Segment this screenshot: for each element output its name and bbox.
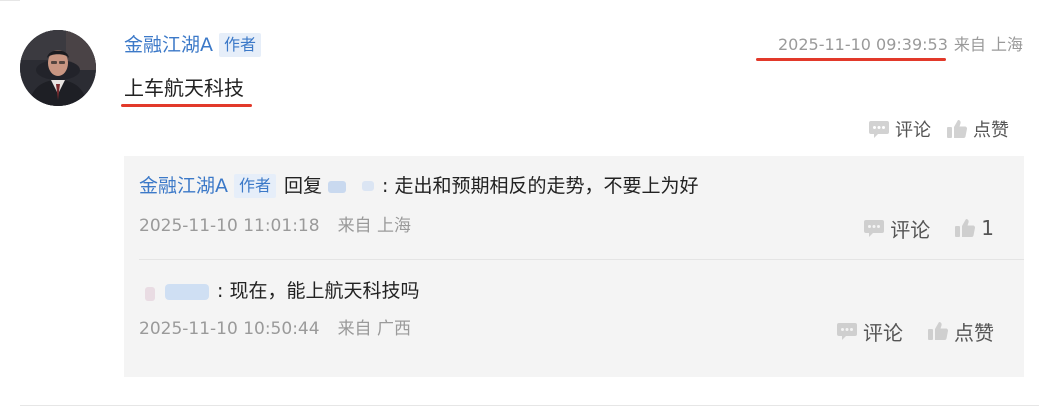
reply-divider	[139, 259, 1024, 260]
reply-1-comment-label: 评论	[890, 217, 931, 242]
reply-2-like-label: 点赞	[954, 320, 994, 345]
reply-1-like-button[interactable]: 1	[954, 216, 994, 240]
reply-1-timestamp: 2025-11-10 11:01:18	[139, 216, 320, 236]
reply-1-username-link[interactable]: 金融江湖A	[139, 172, 228, 200]
comment-actions: 评论 点赞	[868, 114, 1009, 144]
comment-location: 来自 上海	[953, 35, 1023, 54]
reply-2-timestamp: 2025-11-10 10:50:44	[139, 319, 320, 339]
bottom-divider	[20, 405, 1039, 406]
reply-1-comment-button[interactable]: 评论	[863, 214, 930, 243]
reply-1-blurred-username[interactable]	[358, 175, 378, 197]
thumbs-up-icon	[954, 218, 976, 238]
reply-1-actions: 评论 1	[863, 213, 994, 243]
comment-bubble-icon	[868, 119, 890, 139]
reply-1-like-count: 1	[981, 216, 994, 240]
thumbs-up-icon	[946, 119, 968, 139]
reply-2-location: 来自 广西	[337, 319, 411, 339]
reply-2-comment-label: 评论	[863, 320, 903, 345]
thumbs-up-icon	[927, 321, 949, 341]
reply-2-line: : 现在，能上航天科技吗	[139, 277, 419, 305]
top-divider	[0, 0, 20, 1]
avatar-image	[20, 30, 96, 106]
reply-2-blurred-username[interactable]	[143, 280, 213, 302]
author-username-link[interactable]: 金融江湖A	[124, 31, 213, 59]
reply-2-text: : 现在，能上航天科技吗	[217, 280, 420, 302]
comment-text-highlight-underline	[121, 104, 252, 107]
comment-like-button[interactable]: 点赞	[946, 116, 1009, 142]
comment-meta: 2025-11-10 09:39:53 来自 上海	[778, 33, 1023, 57]
reply-2-actions: 评论 点赞	[836, 316, 994, 346]
comment-author-row: 金融江湖A 作者	[124, 31, 262, 59]
comment-reply-button[interactable]: 评论	[868, 116, 931, 142]
replies-container: 金融江湖A 作者 回复 : 走出和预期相反的走势，不要上为好 2025-11-1…	[124, 156, 1024, 377]
reply-1-line: 金融江湖A 作者 回复 : 走出和预期相反的走势，不要上为好	[139, 172, 698, 200]
reply-1-text: : 走出和预期相反的走势，不要上为好	[382, 175, 699, 197]
reply-2-comment-button[interactable]: 评论	[836, 317, 903, 346]
comment-reply-label: 评论	[895, 120, 931, 141]
reply-1-author-badge: 作者	[234, 174, 277, 198]
comment-text: 上车航天科技	[124, 76, 244, 100]
reply-1-reply-word: 回复	[284, 175, 323, 197]
comment-timestamp: 2025-11-10 09:39:53	[777, 35, 948, 54]
reply-1-meta: 2025-11-10 11:01:18 来自 上海	[139, 214, 411, 238]
reply-1-blurred-avatar	[326, 175, 350, 197]
author-badge: 作者	[219, 33, 262, 57]
reply-1-location: 来自 上海	[337, 216, 411, 236]
comment-like-label: 点赞	[973, 120, 1009, 141]
reply-2-like-button[interactable]: 点赞	[927, 317, 994, 346]
comment-bubble-icon	[836, 321, 858, 341]
comment-bubble-icon	[863, 218, 885, 238]
reply-2-meta: 2025-11-10 10:50:44 来自 广西	[139, 317, 411, 341]
user-avatar[interactable]	[20, 30, 96, 106]
timestamp-highlight-underline	[756, 58, 946, 61]
